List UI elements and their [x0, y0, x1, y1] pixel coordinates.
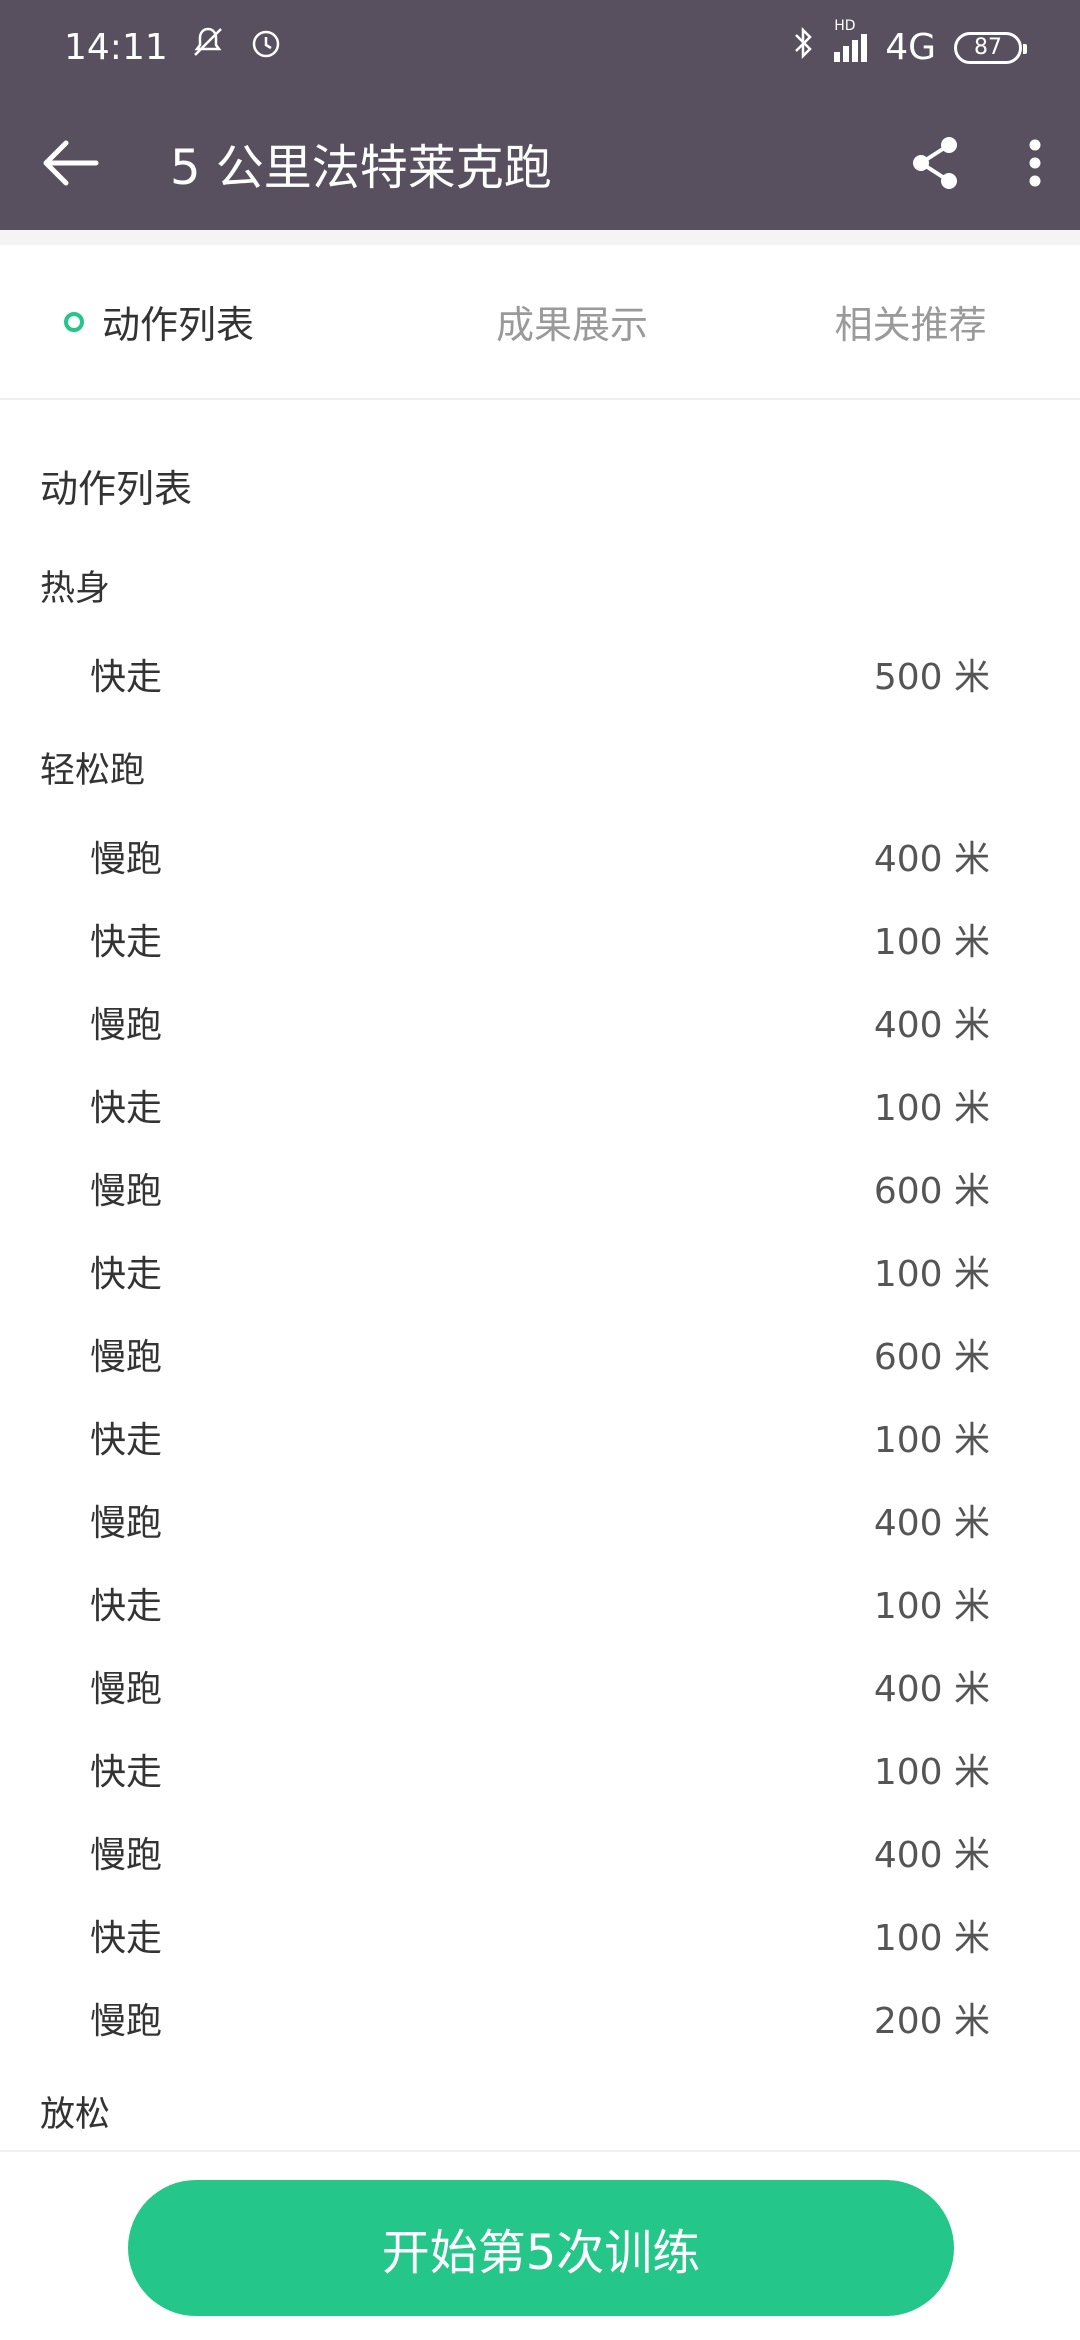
list-item: 快走 100 米 [0, 1561, 1080, 1644]
exercise-name: 慢跑 [90, 2000, 163, 2042]
exercise-name: 慢跑 [90, 1502, 163, 1544]
tab-label: 动作列表 [102, 303, 255, 347]
list-item: 快走 100 米 [0, 1063, 1080, 1146]
bottom-bar: 开始第5次训练 [0, 2150, 1080, 2340]
exercise-distance: 100 米 [873, 1087, 990, 1129]
list-item: 慢跑 200 米 [0, 1976, 1080, 2059]
exercise-distance: 600 米 [873, 1336, 990, 1378]
list-item: 慢跑 400 米 [0, 980, 1080, 1063]
exercise-name: 快走 [90, 1087, 163, 1129]
exercise-name: 快走 [90, 1253, 163, 1295]
exercise-distance: 600 米 [873, 1170, 990, 1212]
exercise-name: 慢跑 [90, 1336, 163, 1378]
exercise-name: 快走 [90, 1585, 163, 1627]
back-button[interactable] [0, 95, 140, 230]
bluetooth-icon [792, 25, 816, 70]
exercise-distance: 400 米 [873, 1502, 990, 1544]
app-bar: 5 公里法特莱克跑 [0, 95, 1080, 230]
exercise-distance: 100 米 [873, 921, 990, 963]
exercise-name: 慢跑 [90, 1668, 163, 1710]
exercise-distance: 400 米 [873, 1004, 990, 1046]
header-shadow [0, 230, 1080, 245]
list-item: 慢跑 400 米 [0, 1478, 1080, 1561]
arrow-left-icon [43, 140, 99, 185]
share-icon [913, 136, 957, 189]
exercise-distance: 500 米 [873, 656, 990, 698]
more-button[interactable] [990, 95, 1080, 230]
exercise-name: 快走 [90, 656, 163, 698]
list-item: 快走 100 米 [0, 1893, 1080, 1976]
start-training-button[interactable]: 开始第5次训练 [128, 2180, 954, 2316]
list-item: 慢跑 400 米 [0, 1644, 1080, 1727]
exercise-distance: 400 米 [873, 838, 990, 880]
exercise-name: 快走 [90, 921, 163, 963]
list-item: 快走 100 米 [0, 1727, 1080, 1810]
list-item: 快走 100 米 [0, 897, 1080, 980]
exercise-name: 慢跑 [90, 1170, 163, 1212]
share-button[interactable] [880, 95, 990, 230]
tab-label: 成果展示 [496, 303, 649, 347]
exercise-distance: 100 米 [873, 1253, 990, 1295]
tab-recommendations[interactable]: 相关推荐 [741, 294, 1080, 349]
tab-results[interactable]: 成果展示 [403, 294, 742, 349]
active-dot-icon [64, 311, 84, 332]
more-vert-icon [1029, 139, 1041, 186]
exercise-distance: 100 米 [873, 1751, 990, 1793]
list-item: 慢跑 400 米 [0, 814, 1080, 897]
battery-icon: 87 [954, 31, 1027, 64]
group-title-easy-run: 轻松跑 [40, 751, 146, 791]
list-item: 快走 100 米 [0, 1395, 1080, 1478]
tab-action-list[interactable]: 动作列表 [0, 294, 403, 349]
exercise-distance: 100 米 [873, 1585, 990, 1627]
status-time: 14:11 [64, 27, 168, 68]
network-type: 4G [885, 27, 936, 68]
battery-level: 87 [974, 35, 1002, 60]
tab-label: 相关推荐 [834, 303, 987, 347]
exercise-name: 慢跑 [90, 1834, 163, 1876]
page-title: 5 公里法特莱克跑 [170, 139, 552, 196]
section-title: 动作列表 [40, 467, 193, 511]
alarm-icon [248, 25, 284, 70]
status-bar: 14:11 HD 4G 87 [0, 0, 1080, 95]
hd-label: HD [834, 17, 856, 34]
list-item: 慢跑 600 米 [0, 1312, 1080, 1395]
mute-icon [190, 25, 226, 70]
exercise-name: 快走 [90, 1751, 163, 1793]
exercise-distance: 200 米 [873, 2000, 990, 2042]
signal-icon: HD [834, 18, 868, 62]
exercise-name: 慢跑 [90, 1004, 163, 1046]
exercise-distance: 400 米 [873, 1834, 990, 1876]
exercise-name: 快走 [90, 1917, 163, 1959]
tab-bar: 动作列表 成果展示 相关推荐 [0, 245, 1080, 400]
list-item: 慢跑 600 米 [0, 1146, 1080, 1229]
group-title-cooldown: 放松 [40, 2095, 111, 2135]
exercise-name: 快走 [90, 1419, 163, 1461]
exercise-distance: 400 米 [873, 1668, 990, 1710]
exercise-name: 慢跑 [90, 838, 163, 880]
exercise-distance: 100 米 [873, 1419, 990, 1461]
exercise-distance: 100 米 [873, 1917, 990, 1959]
group-title-warmup: 热身 [40, 569, 111, 609]
list-item: 快走 100 米 [0, 1229, 1080, 1312]
list-item: 慢跑 400 米 [0, 1810, 1080, 1893]
list-item: 快走 500 米 [0, 632, 1080, 715]
